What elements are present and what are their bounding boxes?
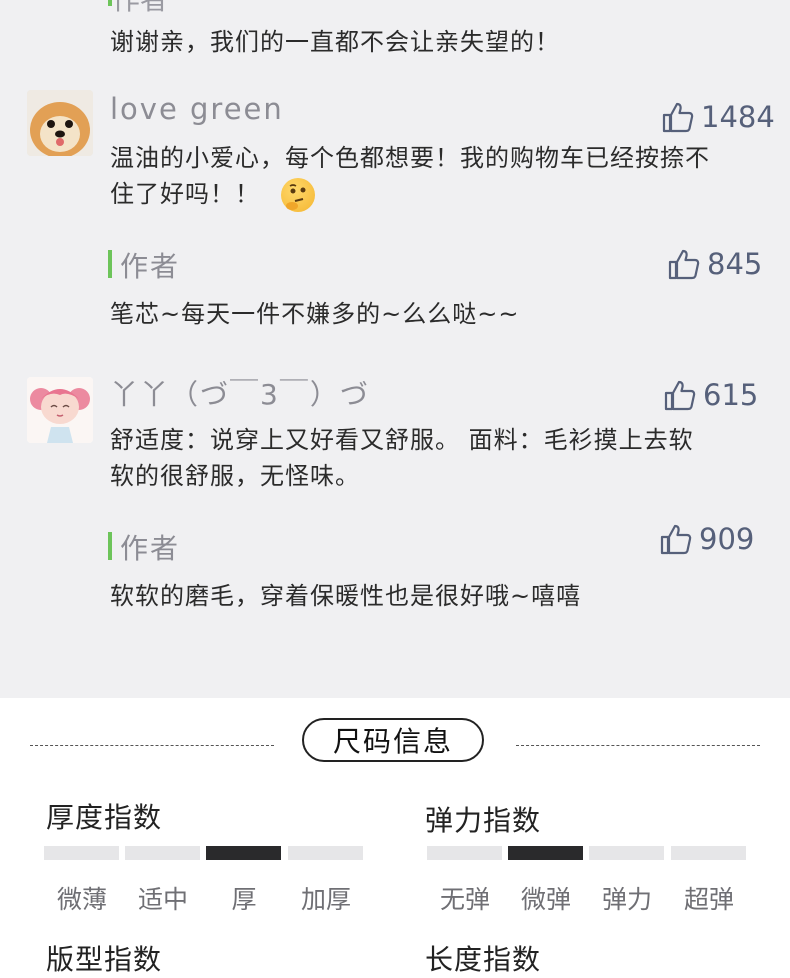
divider [30,745,274,746]
thickness-option: 厚 [231,885,257,914]
thinking-face-icon [281,178,315,212]
comment-username[interactable]: 丫丫（づ￣3￣）づ [110,373,370,413]
like-count: 615 [703,378,759,412]
section-title: 尺码信息 [302,718,484,762]
thumbs-up-icon [668,249,700,280]
thumbs-up-icon [660,524,692,555]
thumbs-up-icon [664,380,696,411]
thickness-option: 微薄 [56,885,107,914]
comment-text: 住了好吗！！ [110,180,260,208]
elasticity-segment [427,846,502,860]
thickness-segment-selected [206,846,281,860]
author-label: 作者 [120,250,181,283]
elasticity-option: 微弹 [520,885,571,914]
elasticity-segment [671,846,746,860]
like-button[interactable]: 845 [667,247,762,281]
thickness-segment [44,846,119,860]
elasticity-segment [589,846,664,860]
length-index-title: 长度指数 [425,943,542,976]
thickness-option: 加厚 [300,885,351,914]
elasticity-segment-selected [508,846,583,860]
divider [516,745,760,746]
author-bar [108,532,112,560]
reply-text: 谢谢亲，我们的一直都不会让亲失望的！ [110,28,560,56]
author-label: 作者 [120,532,181,565]
comment-text: 舒适度：说穿上又好看又舒服。 面料：毛衫摸上去软 [110,426,694,454]
like-button[interactable]: 909 [659,522,754,556]
like-count: 1484 [701,100,775,134]
like-button[interactable]: 1484 [661,100,775,134]
elasticity-option: 弹力 [601,885,652,914]
comments-section: 作者 谢谢亲，我们的一直都不会让亲失望的！ love green 1484 温油… [0,0,790,698]
comment-text: 温油的小爱心，每个色都想要！我的购物车已经按捺不 [110,144,710,172]
elasticity-option: 超弹 [683,885,734,914]
elasticity-index-title: 弹力指数 [425,804,542,837]
thickness-segment [288,846,363,860]
thickness-segment [125,846,200,860]
thumbs-up-icon [662,102,694,133]
thickness-option: 适中 [137,885,188,914]
like-button[interactable]: 615 [663,378,758,412]
like-count: 845 [707,247,763,281]
thickness-index-title: 厚度指数 [46,801,163,834]
avatar[interactable] [27,90,93,156]
comment-text: 软的很舒服，无怪味。 [110,462,360,490]
author-label: 作者 [112,0,168,18]
reply-text: 软软的磨毛，穿着保暖性也是很好哦~嘻嘻 [110,582,582,610]
reply-text: 笔芯~每天一件不嫌多的~么么哒~~ [110,300,520,328]
elasticity-option: 无弹 [439,885,490,914]
fit-index-title: 版型指数 [46,943,163,976]
comment-username[interactable]: love green [110,92,284,126]
like-count: 909 [699,522,755,556]
avatar[interactable] [27,377,93,443]
author-bar [108,250,112,278]
